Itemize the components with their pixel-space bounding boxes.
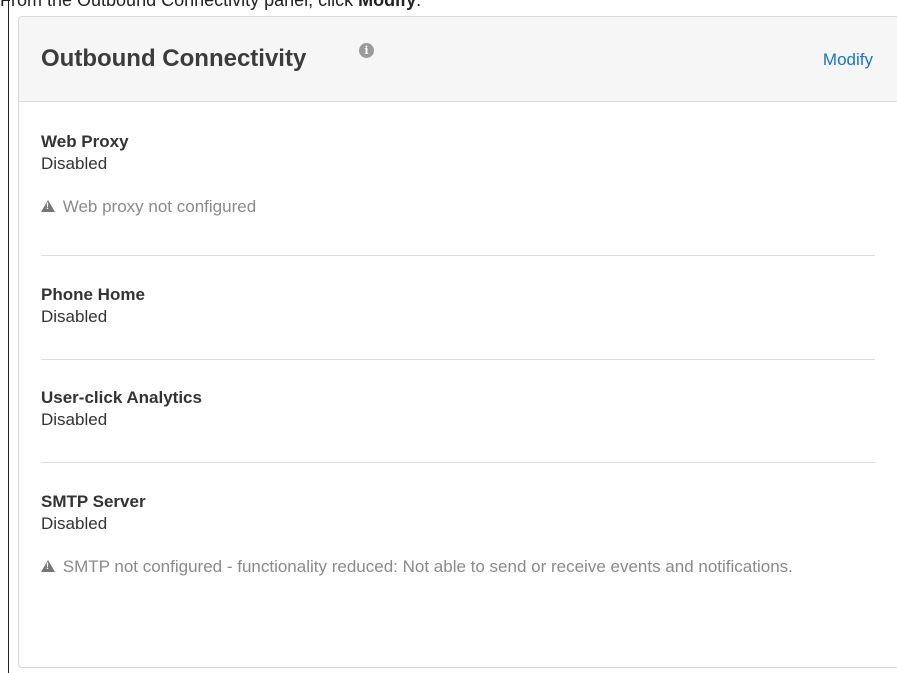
section-phone-home: Phone Home Disabled (41, 284, 875, 328)
warning-text: Web proxy not configured (62, 197, 257, 216)
divider (41, 255, 875, 256)
section-title: Web Proxy (41, 132, 129, 151)
section-value: Disabled (41, 154, 108, 173)
section-value: Disabled (41, 514, 108, 533)
section-title: Phone Home (41, 285, 145, 304)
smtp-warning: SMTP not configured - functionality redu… (41, 556, 875, 578)
panel-header: Outbound Connectivity i Modify (19, 17, 897, 102)
section-title: SMTP Server (41, 492, 146, 511)
section-user-click-analytics: User-click Analytics Disabled (41, 387, 875, 431)
section-value: Disabled (41, 307, 108, 326)
section-smtp-server: SMTP Server Disabled SMTP not configured… (41, 491, 875, 578)
instruction-action: Modify (358, 0, 417, 10)
info-icon[interactable]: i (359, 43, 374, 58)
instruction-suffix: . (416, 0, 422, 10)
section-title: User-click Analytics (41, 388, 202, 407)
left-border-rule (8, 0, 9, 673)
instruction-prefix: From the Outbound Connectivity panel, cl… (0, 0, 359, 10)
section-web-proxy: Web Proxy Disabled Web proxy not configu… (41, 131, 875, 218)
instruction-text: From the Outbound Connectivity panel, cl… (0, 0, 421, 11)
warning-text: SMTP not configured - functionality redu… (62, 557, 793, 576)
panel-title: Outbound Connectivity (41, 45, 307, 72)
divider (41, 359, 875, 360)
web-proxy-warning: Web proxy not configured (41, 196, 875, 218)
outbound-connectivity-panel: Outbound Connectivity i Modify Web Proxy… (18, 16, 897, 668)
warning-icon (41, 200, 55, 212)
divider (41, 462, 875, 463)
section-value: Disabled (41, 410, 108, 429)
modify-link[interactable]: Modify (823, 49, 873, 71)
warning-icon (41, 560, 55, 572)
